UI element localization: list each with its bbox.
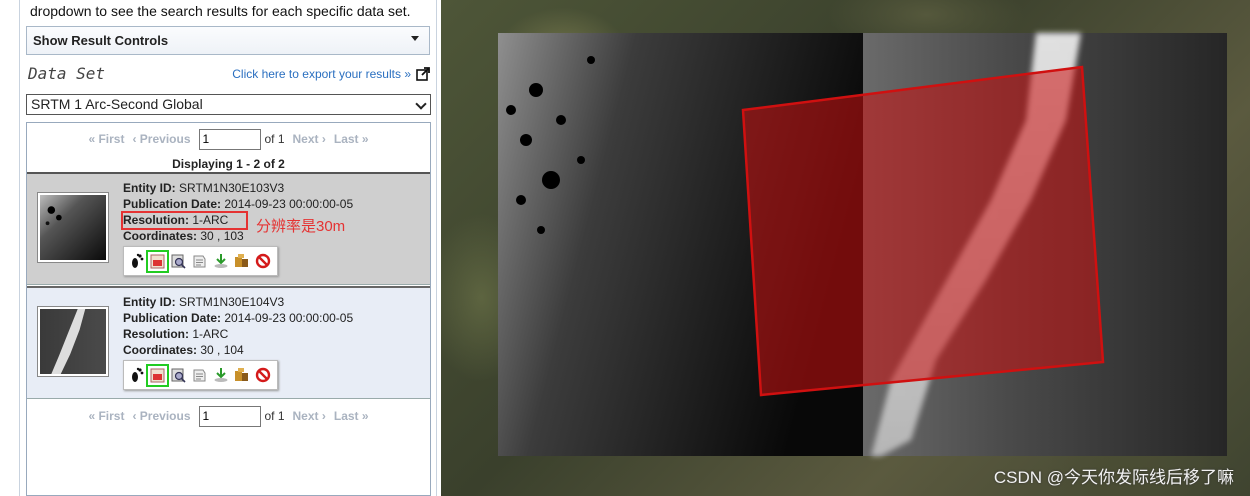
show-result-controls-button[interactable]: Show Result Controls bbox=[26, 26, 430, 55]
download-icon[interactable] bbox=[211, 252, 230, 271]
dataset-select-value: SRTM 1 Arc-Second Global bbox=[31, 96, 203, 112]
order-icon[interactable] bbox=[232, 252, 251, 271]
dataset-select[interactable]: SRTM 1 Arc-Second Global bbox=[26, 94, 431, 115]
compare-browse-icon[interactable] bbox=[169, 252, 188, 271]
result-thumbnail[interactable] bbox=[38, 193, 108, 262]
page-count-text: of 1 bbox=[264, 409, 285, 423]
page-number-input[interactable] bbox=[198, 405, 261, 427]
result-thumbnail[interactable] bbox=[38, 307, 108, 376]
resolution-label: Resolution: bbox=[123, 327, 189, 341]
publication-date-label: Publication Date: bbox=[123, 311, 222, 325]
metadata-icon[interactable] bbox=[190, 252, 209, 271]
download-icon[interactable] bbox=[211, 366, 230, 385]
chevron-down-icon bbox=[415, 98, 427, 110]
publication-date-value: 2014-09-23 00:00:00-05 bbox=[224, 197, 354, 211]
footprint-icon[interactable] bbox=[127, 366, 146, 385]
exclude-icon[interactable] bbox=[253, 252, 272, 271]
entity-id-label: Entity ID: bbox=[123, 295, 176, 309]
last-page-link[interactable]: Last » bbox=[334, 409, 369, 423]
resolution-value: 1-ARC bbox=[192, 327, 229, 341]
browse-overlay-icon[interactable] bbox=[146, 249, 169, 273]
result-item[interactable]: Entity ID: SRTM1N30E103V3 Publication Da… bbox=[27, 172, 430, 285]
dataset-heading: Data Set bbox=[28, 64, 106, 83]
coordinates-value: 30 , 104 bbox=[200, 343, 244, 357]
result-controls-label: Show Result Controls bbox=[33, 33, 169, 48]
export-link-label: Click here to export your results » bbox=[232, 67, 411, 81]
next-page-link[interactable]: Next › bbox=[293, 409, 326, 423]
result-toolbar bbox=[123, 360, 278, 390]
search-results-panel: dropdown to see the search results for e… bbox=[19, 0, 437, 496]
displaying-count: Displaying 1 - 2 of 2 bbox=[172, 157, 285, 171]
external-link-icon bbox=[416, 67, 430, 81]
coordinates-label: Coordinates: bbox=[123, 229, 198, 243]
entity-id-label: Entity ID: bbox=[123, 181, 176, 195]
caret-down-icon bbox=[411, 36, 419, 41]
compare-browse-icon[interactable] bbox=[169, 366, 188, 385]
resolution-highlight-box bbox=[121, 211, 248, 230]
export-results-link[interactable]: Click here to export your results » bbox=[232, 67, 430, 81]
first-page-link[interactable]: « First bbox=[88, 132, 124, 146]
result-item[interactable]: Entity ID: SRTM1N30E104V3 Publication Da… bbox=[27, 286, 430, 399]
publication-date-label: Publication Date: bbox=[123, 197, 222, 211]
order-icon[interactable] bbox=[232, 366, 251, 385]
pagination-bottom: « First ‹ Previous of 1 Next › Last » bbox=[27, 405, 430, 427]
coordinates-value: 30 , 103 bbox=[200, 229, 244, 243]
resolution-annotation: 分辨率是30m bbox=[256, 218, 346, 235]
map-canvas bbox=[498, 33, 1227, 456]
last-page-link[interactable]: Last » bbox=[334, 132, 369, 146]
coordinates-label: Coordinates: bbox=[123, 343, 198, 357]
page-number-input[interactable] bbox=[198, 128, 261, 150]
scene-footprint[interactable] bbox=[741, 65, 1105, 397]
result-toolbar bbox=[123, 246, 278, 276]
previous-page-link[interactable]: ‹ Previous bbox=[132, 132, 190, 146]
browse-overlay-icon[interactable] bbox=[146, 363, 169, 387]
next-page-link[interactable]: Next › bbox=[293, 132, 326, 146]
results-list: « First ‹ Previous of 1 Next › Last » Di… bbox=[26, 122, 431, 496]
page-count-text: of 1 bbox=[264, 132, 285, 146]
entity-id-value: SRTM1N30E103V3 bbox=[179, 181, 285, 195]
watermark: CSDN @今天你发际线后移了嘛 bbox=[993, 468, 1234, 487]
first-page-link[interactable]: « First bbox=[88, 409, 124, 423]
footprint-icon[interactable] bbox=[127, 252, 146, 271]
map-view[interactable]: CSDN @今天你发际线后移了嘛 bbox=[441, 0, 1250, 496]
pagination-top: « First ‹ Previous of 1 Next › Last » bbox=[27, 128, 430, 150]
previous-page-link[interactable]: ‹ Previous bbox=[132, 409, 190, 423]
exclude-icon[interactable] bbox=[253, 366, 272, 385]
publication-date-value: 2014-09-23 00:00:00-05 bbox=[224, 311, 354, 325]
entity-id-value: SRTM1N30E104V3 bbox=[179, 295, 285, 309]
result-metadata: Entity ID: SRTM1N30E104V3 Publication Da… bbox=[123, 294, 353, 358]
intro-text: dropdown to see the search results for e… bbox=[30, 3, 411, 19]
metadata-icon[interactable] bbox=[190, 366, 209, 385]
